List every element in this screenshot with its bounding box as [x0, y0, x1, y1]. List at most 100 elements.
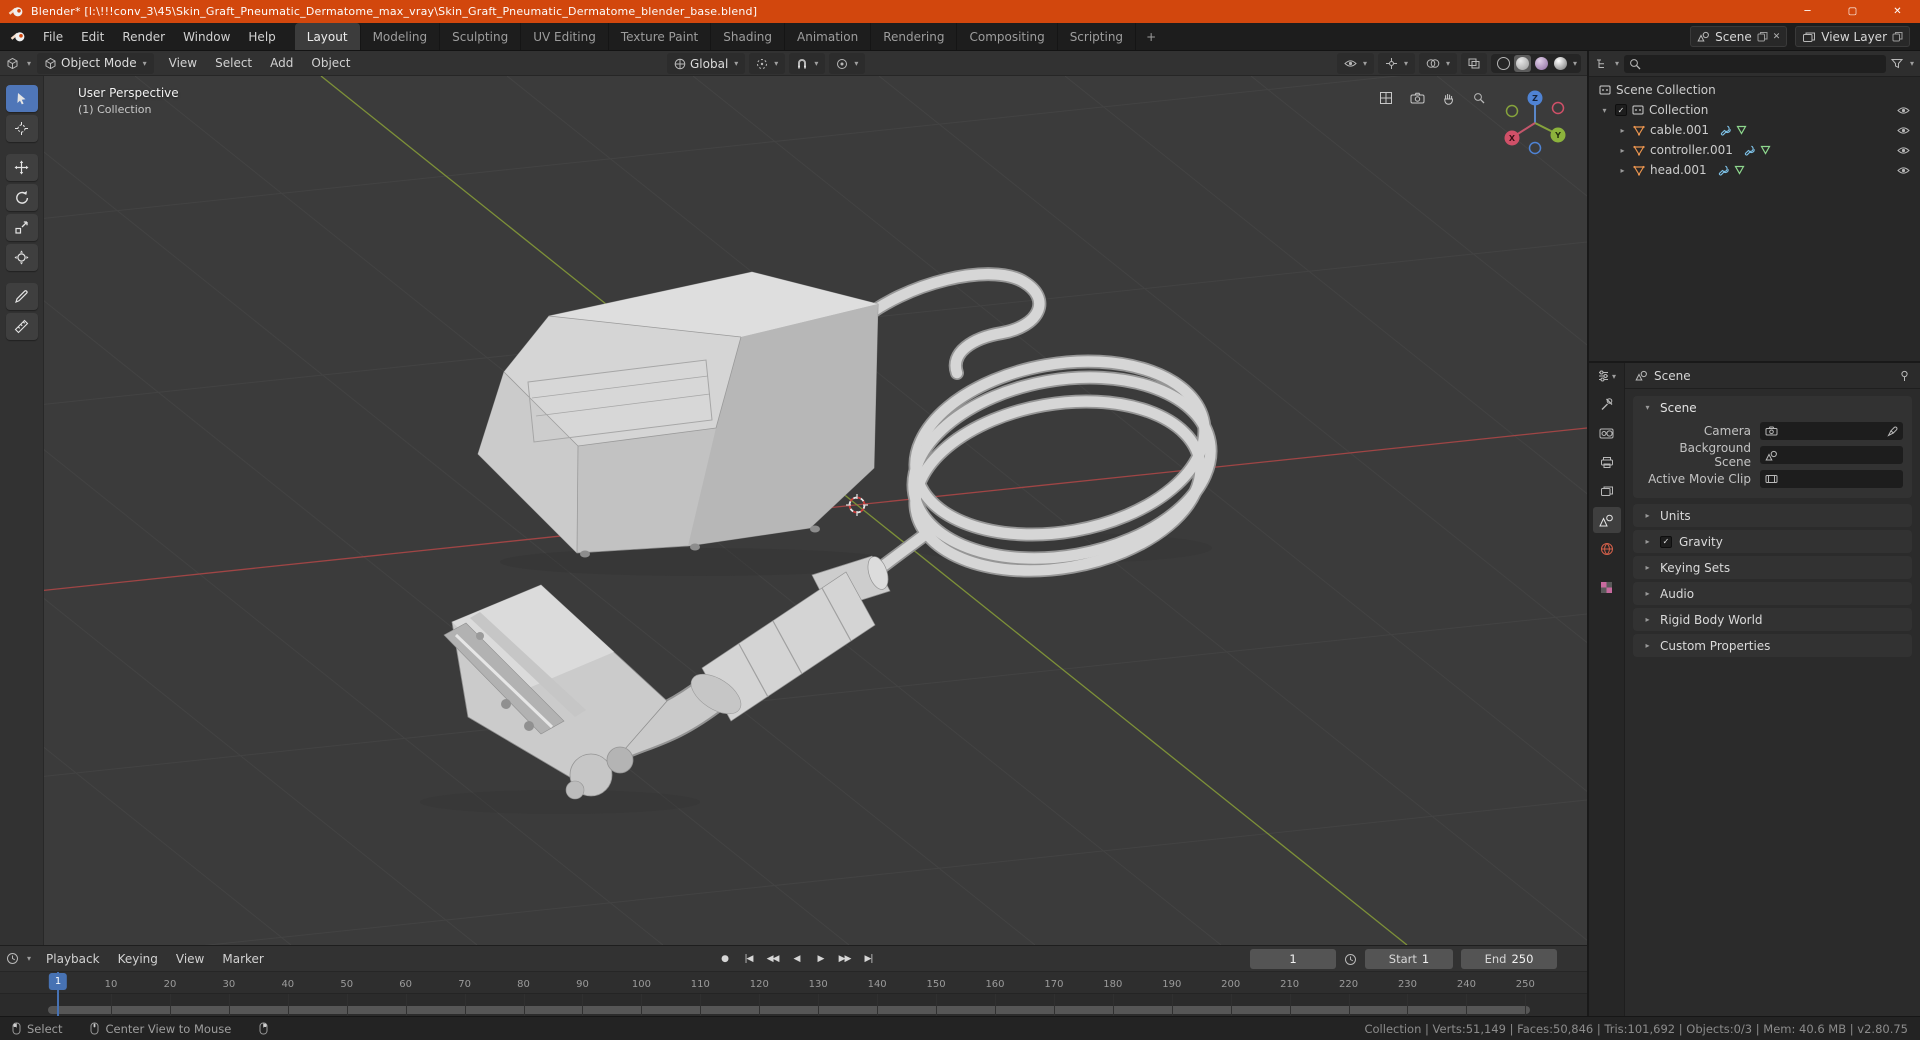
gizmo-neg-z-axis[interactable] [1528, 141, 1542, 155]
dermatome-model[interactable] [420, 267, 1225, 814]
render-properties-tab[interactable] [1593, 420, 1621, 446]
measure-tool-button[interactable] [5, 313, 38, 340]
jump-to-start-button[interactable]: |◀ [738, 950, 759, 969]
panel-rigid-body-world[interactable]: ▸ Rigid Body World [1633, 608, 1912, 631]
menu-file[interactable]: File [34, 23, 72, 50]
minimize-button[interactable]: ─ [1785, 0, 1830, 23]
timeline-editor-type-icon[interactable] [6, 952, 19, 965]
snap-toggle[interactable]: ▾ [789, 53, 826, 74]
editor-type-dropdown-icon[interactable]: ▾ [27, 59, 31, 68]
timeline-menu-playback[interactable]: Playback [37, 952, 109, 966]
view-layer-properties-tab[interactable] [1593, 478, 1621, 504]
show-gizmos-toggle[interactable]: ▾ [1377, 53, 1415, 74]
output-properties-tab[interactable] [1593, 449, 1621, 475]
outliner-row-head-001[interactable]: ▸ head.001 [1589, 160, 1920, 180]
move-tool-button[interactable] [5, 154, 38, 181]
playhead-frame-chip[interactable]: 1 [48, 973, 68, 990]
viewport-menu-view[interactable]: View [160, 56, 206, 70]
frame-end-field[interactable]: End 250 [1461, 949, 1557, 969]
add-workspace-button[interactable]: + [1136, 23, 1166, 50]
snap-dropdown-icon[interactable]: ▾ [814, 59, 818, 68]
timeline-track[interactable] [0, 994, 1587, 1016]
play-button[interactable]: ▶ [810, 950, 831, 969]
viewport-3d[interactable]: User Perspective (1) Collection Z Y X [0, 76, 1587, 945]
blender-menu-icon[interactable] [0, 23, 34, 50]
workspace-tab-animation[interactable]: Animation [785, 23, 872, 50]
panel-audio[interactable]: ▸ Audio [1633, 582, 1912, 605]
new-scene-button[interactable] [1757, 31, 1768, 42]
disclosure-icon[interactable]: ▸ [1642, 589, 1653, 598]
transform-orientation-dropdown[interactable]: Global ▾ [667, 53, 746, 74]
frame-start-field[interactable]: Start 1 [1365, 949, 1453, 969]
collection-disclosure-icon[interactable]: ▾ [1599, 106, 1610, 115]
proportional-editing-toggle[interactable]: ▾ [829, 53, 866, 74]
controller-object[interactable] [477, 271, 879, 558]
outliner-editor-type-icon[interactable] [1595, 58, 1608, 70]
workspace-tab-scripting[interactable]: Scripting [1058, 23, 1137, 50]
disclosure-icon[interactable]: ▸ [1642, 563, 1653, 572]
head-object[interactable] [443, 554, 892, 800]
properties-editor-type-icon[interactable] [1597, 370, 1610, 382]
object-disclosure-icon[interactable]: ▸ [1617, 166, 1628, 175]
shading-dropdown-icon[interactable]: ▾ [1573, 59, 1577, 68]
workspace-tab-shading[interactable]: Shading [711, 23, 785, 50]
timeline-ruler[interactable]: 1102030405060708090100110120130140150160… [0, 972, 1587, 994]
workspace-tab-texture-paint[interactable]: Texture Paint [609, 23, 712, 50]
navigation-gizmo[interactable]: Z Y X [1497, 85, 1573, 161]
shading-wireframe-button[interactable] [1495, 55, 1512, 72]
shading-rendered-button[interactable] [1552, 55, 1569, 72]
outliner-row-scene-collection[interactable]: Scene Collection [1589, 80, 1920, 100]
workspace-tab-uv-editing[interactable]: UV Editing [521, 23, 609, 50]
disclosure-icon[interactable]: ▸ [1642, 537, 1653, 546]
viewport-menu-select[interactable]: Select [206, 56, 261, 70]
show-overlays-toggle[interactable]: ▾ [1418, 53, 1457, 74]
scene-selector[interactable]: Scene ✕ [1690, 26, 1788, 47]
scene-panel-header[interactable]: ▾ Scene [1633, 396, 1912, 419]
camera-view-button[interactable] [1405, 86, 1429, 110]
timeline-menu-marker[interactable]: Marker [213, 952, 272, 966]
pin-icon[interactable] [1899, 370, 1910, 382]
shading-material-button[interactable] [1533, 55, 1550, 72]
shading-solid-button[interactable] [1513, 55, 1531, 72]
timeline-scrollbar[interactable] [48, 1006, 1530, 1014]
current-frame-field[interactable]: 1 [1250, 949, 1336, 969]
menu-render[interactable]: Render [113, 23, 174, 50]
collection-checkbox[interactable]: ✓ [1615, 104, 1627, 116]
workspace-tab-sculpting[interactable]: Sculpting [440, 23, 522, 50]
panel-custom-properties[interactable]: ▸ Custom Properties [1633, 634, 1912, 657]
pan-view-button[interactable] [1436, 86, 1460, 110]
cursor-tool-button[interactable] [5, 115, 38, 142]
pivot-point-dropdown[interactable]: ▾ [749, 53, 786, 74]
outliner-search-input[interactable] [1624, 54, 1886, 73]
auto-keying-record-button[interactable]: ● [714, 950, 735, 969]
object-disclosure-icon[interactable]: ▸ [1617, 146, 1628, 155]
unlink-scene-button[interactable]: ✕ [1773, 32, 1781, 42]
workspace-tab-layout[interactable]: Layout [294, 23, 361, 50]
disclosure-icon[interactable]: ▸ [1642, 641, 1653, 650]
world-properties-tab[interactable] [1593, 536, 1621, 562]
toggle-xray-button[interactable] [1460, 53, 1487, 74]
filter-icon[interactable] [1890, 58, 1903, 69]
workspace-tab-modeling[interactable]: Modeling [361, 23, 441, 50]
disclosure-icon[interactable]: ▸ [1642, 511, 1653, 520]
viewport-editor-type-icon[interactable] [6, 57, 19, 70]
maximize-button[interactable]: ▢ [1830, 0, 1875, 23]
outliner-row-collection[interactable]: ▾ ✓ Collection [1589, 100, 1920, 120]
menu-edit[interactable]: Edit [72, 23, 113, 50]
select-box-tool-button[interactable] [5, 85, 38, 112]
camera-field[interactable] [1760, 422, 1903, 440]
disclosure-icon[interactable]: ▸ [1642, 615, 1653, 624]
perspective-grid-button[interactable] [1374, 86, 1398, 110]
panel-units[interactable]: ▸ Units [1633, 504, 1912, 527]
mode-dropdown[interactable]: Object Mode ▾ [37, 52, 154, 74]
jump-to-prev-keyframe-button[interactable]: ◀◀ [762, 950, 783, 969]
panel-keying-sets[interactable]: ▸ Keying Sets [1633, 556, 1912, 579]
tool-properties-tab[interactable] [1593, 391, 1621, 417]
close-button[interactable]: ✕ [1875, 0, 1920, 23]
eye-icon[interactable] [1897, 126, 1910, 135]
viewport-menu-add[interactable]: Add [261, 56, 302, 70]
panel-gravity[interactable]: ▸ ✓ Gravity [1633, 530, 1912, 553]
jump-to-end-button[interactable]: ▶| [858, 950, 879, 969]
object-visibility-dropdown[interactable]: ▾ [1336, 53, 1374, 74]
eyedrop-icon[interactable] [1887, 426, 1898, 437]
